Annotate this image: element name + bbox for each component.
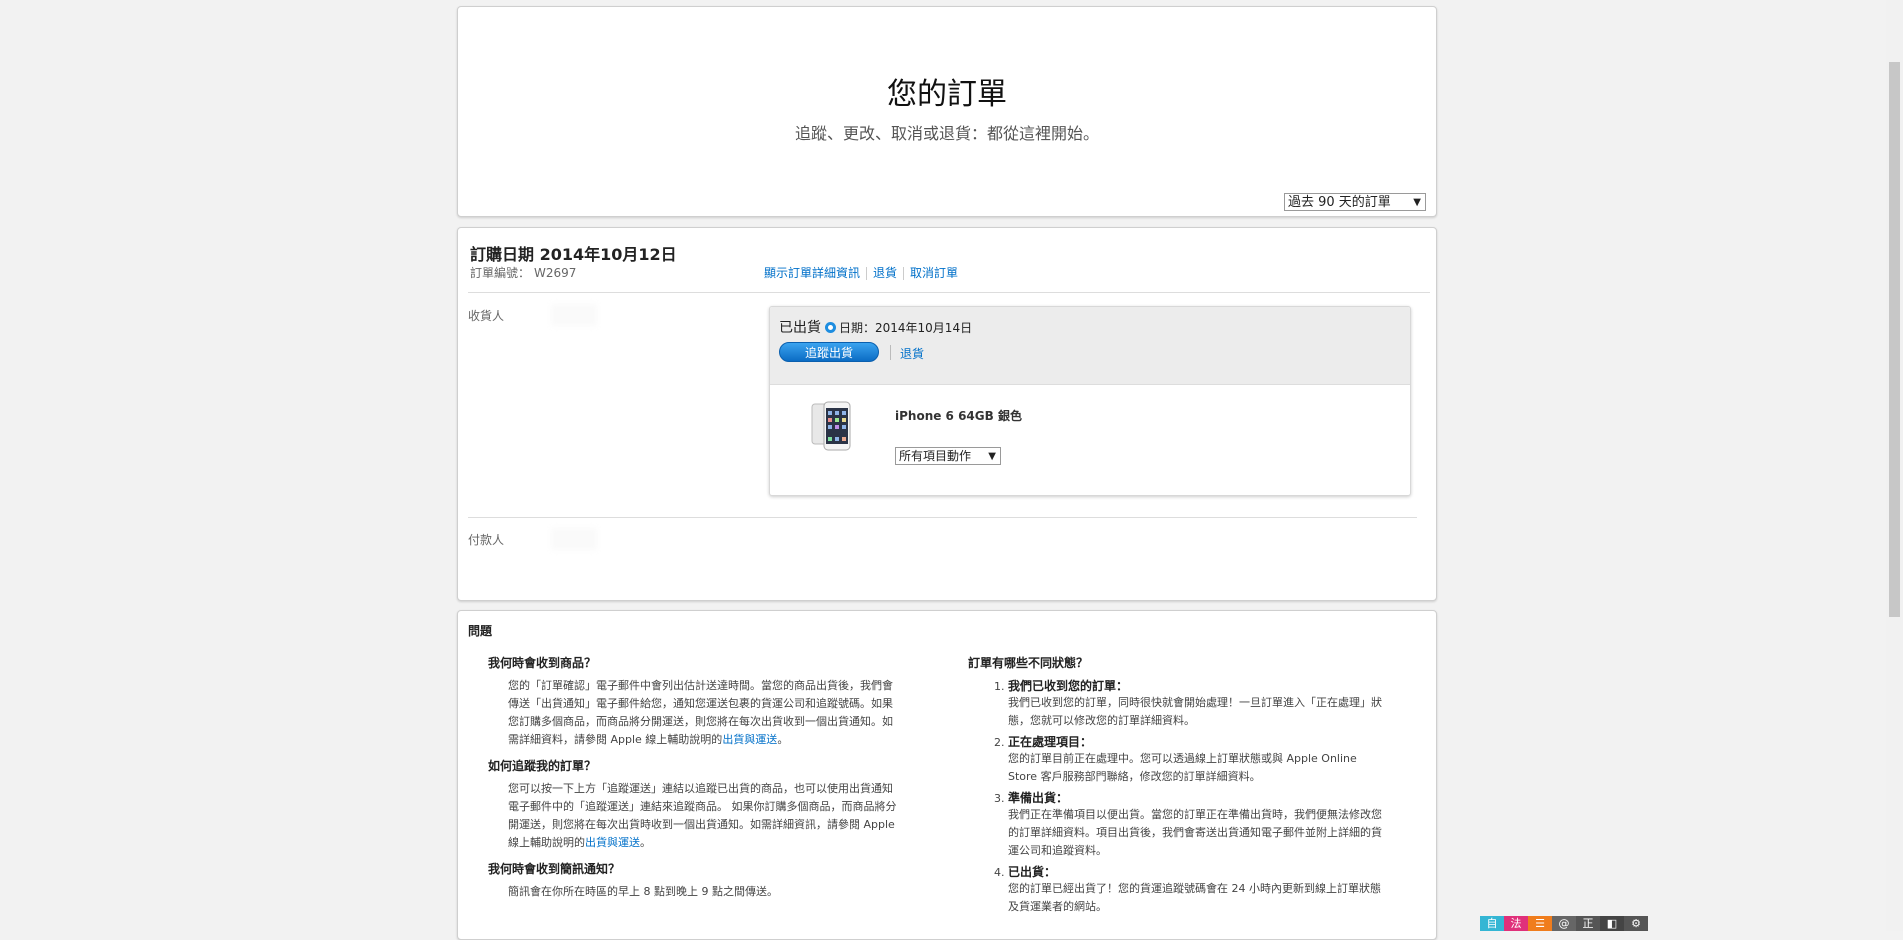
status-desc: 我們已收到您的訂單，同時很快就會開始處理！一旦訂單進入「正在處理」狀態，您就可以…: [1008, 696, 1382, 727]
faq-answer-end: 。: [777, 733, 789, 746]
faq-left-column: 我何時會收到商品？ 您的「訂單確認」電子郵件中會列出估計送達時間。當您的商品出貨…: [488, 654, 898, 909]
page-subtitle: 追蹤、更改、取消或退貨：都從這裡開始。: [794, 124, 1099, 143]
order-range-value: 過去 90 天的訂單: [1288, 195, 1391, 210]
shipping-help-link[interactable]: 出貨與運送: [722, 733, 777, 746]
ime-toolbar-button[interactable]: 正: [1576, 916, 1600, 931]
link-divider: [903, 267, 905, 280]
divider: [890, 345, 891, 360]
status-heading: 訂單有哪些不同狀態？: [968, 656, 1089, 670]
faq-answer-text: 您的「訂單確認」電子郵件中會列出估計送達時間。當您的商品出貨後，我們會傳送「出貨…: [508, 679, 893, 746]
faq-question: 我何時會收到簡訊通知？: [488, 862, 621, 876]
cancel-order-link[interactable]: 取消訂單: [910, 266, 958, 280]
shipment-return-link[interactable]: 退貨: [900, 345, 924, 362]
divider: [468, 292, 1430, 293]
status-item: 準備出貨： 我們正在準備項目以便出貨。當您的訂單正在準備出貨時，我們便無法修改您的…: [1008, 789, 1388, 860]
faq-answer-text: 簡訊會在你所在時區的早上 8 點到晚上 9 點之間傳送。: [508, 885, 778, 898]
shipping-help-link[interactable]: 出貨與運送: [585, 836, 640, 849]
shipment-card: 已出貨 日期：2014年10月14日 追蹤出貨 退貨 iPhone 6 64GB …: [769, 306, 1411, 496]
divider: [468, 517, 1417, 518]
order-number-value: W2697: [534, 266, 577, 280]
show-order-details-link[interactable]: 顯示訂單詳細資訊: [764, 266, 860, 280]
status-item: 已出貨： 您的訂單已經出貨了！您的貨運追蹤號碼會在 24 小時內更新到線上訂單狀態…: [1008, 863, 1388, 916]
faq-question: 我何時會收到商品？: [488, 656, 597, 670]
shipment-header: 已出貨 日期：2014年10月14日 追蹤出貨 退貨: [770, 307, 1410, 385]
status-title: 正在處理項目：: [1008, 735, 1093, 749]
faq-answer-end: 。: [640, 836, 651, 849]
track-shipment-button[interactable]: 追蹤出貨: [779, 342, 879, 362]
status-desc: 您的訂單已經出貨了！您的貨運追蹤號碼會在 24 小時內更新到線上訂單狀態及貨運業…: [1008, 882, 1381, 913]
redacted-payer: [551, 528, 597, 550]
faq-panel: 問題 我何時會收到商品？ 您的「訂單確認」電子郵件中會列出估計送達時間。當您的商…: [457, 610, 1437, 940]
return-link[interactable]: 退貨: [873, 266, 897, 280]
shipment-status-text: 已出貨: [779, 320, 821, 336]
order-range-select[interactable]: 過去 90 天的訂單 ▼: [1284, 193, 1426, 211]
order-panel: 訂購日期 2014年10月12日 訂單編號： W2697 顯示訂單詳細資訊 退貨 取消…: [457, 227, 1437, 601]
redacted-recipient: [551, 304, 597, 326]
shipment-date: 日期：2014年10月14日: [839, 321, 973, 335]
order-number-label: 訂單編號：: [470, 266, 531, 280]
payer-label: 付款人: [468, 533, 505, 547]
product-name: iPhone 6 64GB 銀色: [895, 409, 1022, 423]
status-list: 我們已收到您的訂單： 我們已收到您的訂單，同時很快就會開始處理！一旦訂單進入「正在…: [968, 677, 1388, 916]
item-actions-value: 所有項目動作: [899, 449, 972, 463]
faq-answer-text: 您可以按一下上方「追蹤運送」連結以追蹤已出貨的商品，也可以使用出貨通知電子郵件中…: [508, 782, 897, 849]
scrollbar-thumb[interactable]: [1889, 62, 1900, 617]
iphone-product-image: [811, 401, 851, 451]
ime-toolbar-button[interactable]: @: [1552, 916, 1576, 931]
item-actions-select[interactable]: 所有項目動作 ▼: [895, 447, 1001, 465]
vertical-scrollbar[interactable]: [1886, 0, 1903, 931]
status-title: 準備出貨：: [1008, 791, 1069, 805]
recipient-label: 收貨人: [468, 309, 505, 323]
status-title: 我們已收到您的訂單：: [1008, 679, 1129, 693]
faq-right-column: 訂單有哪些不同狀態？ 我們已收到您的訂單： 我們已收到您的訂單，同時很快就會開始處…: [968, 654, 1388, 919]
faq-title: 問題: [468, 624, 493, 638]
ime-toolbar: 自 法 ☰ @ 正 ◧ ⚙: [1480, 916, 1648, 931]
status-item: 正在處理項目： 您的訂單目前正在處理中。您可以透過線上訂單狀態或與 Apple O…: [1008, 733, 1388, 786]
order-number: 訂單編號： W2697: [470, 264, 576, 281]
page-title: 您的訂單: [887, 77, 1007, 112]
faq-answer: 您可以按一下上方「追蹤運送」連結以追蹤已出貨的商品，也可以使用出貨通知電子郵件中…: [508, 780, 898, 852]
link-divider: [866, 267, 868, 280]
ime-toolbar-button[interactable]: 自: [1480, 916, 1504, 931]
status-title: 已出貨：: [1008, 865, 1057, 879]
status-desc: 我們正在準備項目以便出貨。當您的訂單正在準備出貨時，我們便無法修改您的訂單詳細資…: [1008, 808, 1382, 857]
ime-toolbar-button[interactable]: ◧: [1600, 916, 1624, 931]
ime-toolbar-button[interactable]: ☰: [1528, 916, 1552, 931]
faq-question: 如何追蹤我的訂單？: [488, 759, 597, 773]
faq-answer: 簡訊會在你所在時區的早上 8 點到晚上 9 點之間傳送。: [508, 883, 898, 901]
dropdown-arrow-icon: ▼: [988, 451, 996, 462]
shipment-status: 已出貨 日期：2014年10月14日: [779, 317, 972, 337]
dropdown-arrow-icon: ▼: [1413, 197, 1421, 208]
settings-icon[interactable]: ⚙: [1624, 916, 1648, 931]
status-item: 我們已收到您的訂單： 我們已收到您的訂單，同時很快就會開始處理！一旦訂單進入「正在…: [1008, 677, 1388, 730]
orders-header-panel: 您的訂單 追蹤、更改、取消或退貨：都從這裡開始。 過去 90 天的訂單 ▼: [457, 6, 1437, 217]
order-date: 訂購日期 2014年10月12日: [470, 245, 677, 264]
order-actions: 顯示訂單詳細資訊 退貨 取消訂單: [764, 264, 958, 281]
status-desc: 您的訂單目前正在處理中。您可以透過線上訂單狀態或與 Apple Online S…: [1008, 752, 1357, 783]
faq-answer: 您的「訂單確認」電子郵件中會列出估計送達時間。當您的商品出貨後，我們會傳送「出貨…: [508, 677, 898, 749]
info-icon[interactable]: [825, 321, 836, 333]
ime-toolbar-button[interactable]: 法: [1504, 916, 1528, 931]
